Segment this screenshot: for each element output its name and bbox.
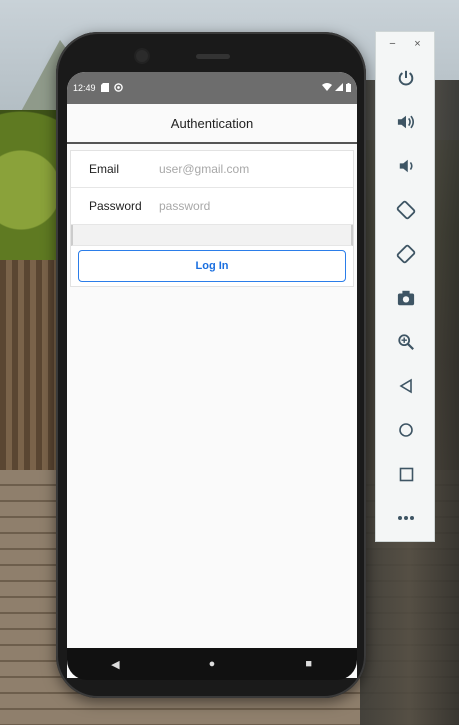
email-label: Email [89,162,120,176]
signal-icon [335,83,343,93]
more-icon[interactable] [376,496,436,540]
login-button-wrap: Log In [71,246,353,286]
rotate-left-icon[interactable] [376,188,436,232]
overview-icon[interactable] [376,452,436,496]
password-row: Password [71,188,353,225]
battery-icon [346,82,351,94]
power-icon[interactable] [376,56,436,100]
camera-icon[interactable] [376,276,436,320]
nav-back-button[interactable]: ◀ [100,658,130,671]
status-bar: 12:49 [67,72,357,104]
password-label: Password [89,199,142,213]
zoom-icon[interactable] [376,320,436,364]
emulator-buttons [376,56,434,540]
rotate-right-icon[interactable] [376,232,436,276]
login-form: Email Password Log In [70,150,354,287]
login-button[interactable]: Log In [78,250,346,282]
form-spacer [71,225,353,246]
volume-down-icon[interactable] [376,144,436,188]
nav-home-button[interactable]: ● [197,658,227,670]
phone-frame: 12:49 Authentication Email user@gmail.co… [56,32,366,698]
password-field[interactable] [159,199,353,213]
home-icon[interactable] [376,408,436,452]
system-nav-bar: ◀ ● ■ [67,648,357,680]
nav-recents-button[interactable]: ■ [294,658,324,670]
wifi-icon [322,83,332,93]
minimize-button[interactable]: − [389,38,395,50]
status-time: 12:49 [73,83,96,93]
page-title: Authentication [170,115,254,131]
sync-icon [113,82,123,94]
front-camera [136,50,148,62]
email-field[interactable] [159,162,353,176]
app-toolbar: Authentication [67,104,357,144]
email-row: Email [71,151,353,188]
emulator-toolbar: − × [375,31,435,542]
close-button[interactable]: × [414,38,420,50]
phone-screen: 12:49 Authentication Email user@gmail.co… [67,72,357,678]
sd-card-icon [100,82,109,94]
back-icon[interactable] [376,364,436,408]
volume-up-icon[interactable] [376,100,436,144]
earpiece-speaker [196,54,230,59]
